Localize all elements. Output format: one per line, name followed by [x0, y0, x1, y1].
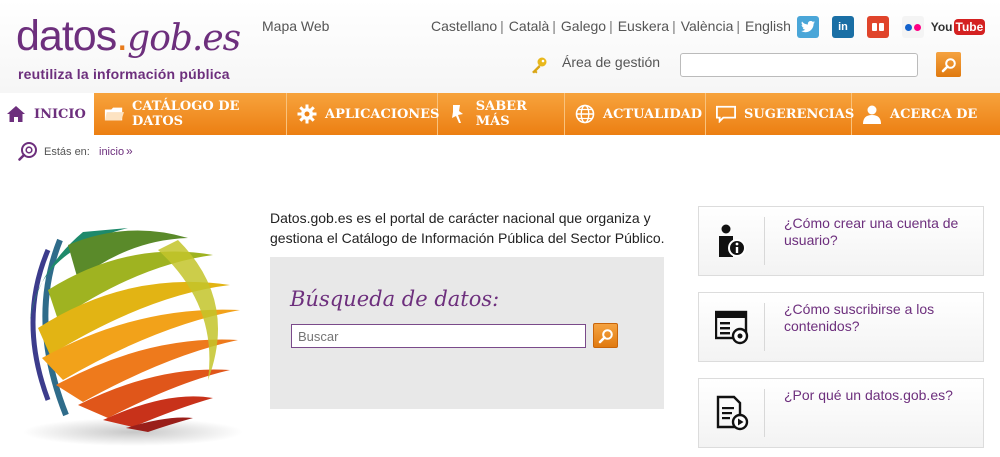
nav-label: INICIO — [34, 106, 86, 122]
logo-main: datos — [16, 12, 117, 60]
pin-icon — [448, 104, 468, 124]
data-search-input[interactable] — [291, 324, 586, 348]
logo-dot: . — [116, 12, 128, 60]
key-icon — [532, 57, 547, 74]
nav-actualidad[interactable]: ACTUALIDAD — [565, 93, 706, 135]
flickr-icon[interactable] — [902, 16, 924, 38]
card-divider — [764, 217, 765, 265]
header-search-button[interactable] — [936, 52, 961, 77]
card-link-text[interactable]: ¿Cómo suscribirse a los contenidos? — [784, 301, 979, 335]
intro-text: Datos.gob.es es el portal de carácter na… — [270, 210, 665, 246]
breadcrumb-separator: » — [126, 144, 133, 158]
lang-catala[interactable]: Català — [509, 18, 549, 34]
nav-label: ACERCA DE — [890, 106, 978, 122]
linkedin-icon[interactable]: in — [832, 16, 854, 38]
card-link-text[interactable]: ¿Cómo crear una cuenta de usuario? — [784, 215, 979, 249]
folder-icon — [104, 104, 124, 124]
nav-sugerencias[interactable]: SUGERENCIAS — [706, 93, 855, 135]
management-area-link[interactable]: Área de gestión — [562, 54, 660, 70]
lang-english[interactable]: English — [745, 18, 791, 34]
breadcrumb-current[interactable]: inicio — [99, 146, 124, 158]
data-search-panel: Búsqueda de datos: — [270, 257, 664, 409]
magnifier-icon — [598, 328, 613, 343]
logo-gob: gob.es — [127, 18, 241, 59]
twitter-icon[interactable] — [797, 16, 819, 38]
sitemap-link[interactable]: Mapa Web — [262, 18, 329, 34]
nav-acerca-de[interactable]: ACERCA DE — [852, 93, 1000, 135]
data-search-button[interactable] — [593, 323, 618, 348]
document-play-icon — [716, 395, 749, 431]
youtube-icon[interactable]: You Tube — [931, 16, 986, 38]
person-icon — [862, 104, 882, 124]
header-search-input[interactable] — [680, 53, 918, 77]
site-header: datos.gob.es reutiliza la información pú… — [0, 0, 1000, 93]
card-divider — [764, 389, 765, 437]
help-card-subscribe[interactable]: ¿Cómo suscribirse a los contenidos? — [698, 292, 984, 362]
social-links: in You Tube — [797, 16, 986, 38]
globe-illustration — [23, 228, 243, 446]
lang-euskera[interactable]: Euskera — [618, 18, 669, 34]
nav-label: SUGERENCIAS — [744, 106, 855, 122]
stumbleupon-icon[interactable] — [867, 16, 889, 38]
breadcrumb-label: Estás en: — [44, 146, 90, 158]
nav-label: SABER MÁS — [475, 99, 527, 129]
nav-label: ACTUALIDAD — [603, 106, 702, 122]
lang-valencia[interactable]: València — [681, 18, 734, 34]
lang-galego[interactable]: Galego — [561, 18, 606, 34]
nav-aplicaciones[interactable]: APLICACIONES — [287, 93, 440, 135]
subscribe-window-icon — [715, 310, 749, 345]
gear-icon — [297, 104, 317, 124]
nav-catalogo[interactable]: CATÁLOGO DE DATOS — [94, 93, 287, 135]
location-magnifier-icon — [18, 142, 37, 161]
card-link-text[interactable]: ¿Por qué un datos.gob.es? — [784, 387, 979, 404]
speech-bubble-icon — [716, 104, 736, 124]
help-card-create-account[interactable]: ¿Cómo crear una cuenta de usuario? — [698, 206, 984, 276]
card-divider — [764, 303, 765, 351]
home-icon — [6, 104, 26, 124]
language-selector: Castellano | Català | Galego | Euskera | Val… — [431, 18, 791, 34]
globe-icon — [575, 104, 595, 124]
nav-inicio[interactable]: INICIO — [0, 93, 94, 135]
nav-label: APLICACIONES — [325, 106, 440, 122]
search-title: Búsqueda de datos: — [290, 287, 500, 311]
lang-castellano[interactable]: Castellano — [431, 18, 497, 34]
nav-label: CATÁLOGO DE DATOS — [132, 99, 240, 129]
logo-tagline: reutiliza la información pública — [18, 66, 230, 82]
magnifier-icon — [941, 57, 956, 72]
user-info-icon — [719, 224, 746, 257]
main-navigation: INICIO CATÁLOGO DE DATOS APLICACIONES SA… — [0, 93, 1000, 135]
nav-saber-mas[interactable]: SABER MÁS — [438, 93, 565, 135]
help-card-why[interactable]: ¿Por qué un datos.gob.es? — [698, 378, 984, 448]
site-logo[interactable]: datos.gob.es — [16, 12, 241, 61]
